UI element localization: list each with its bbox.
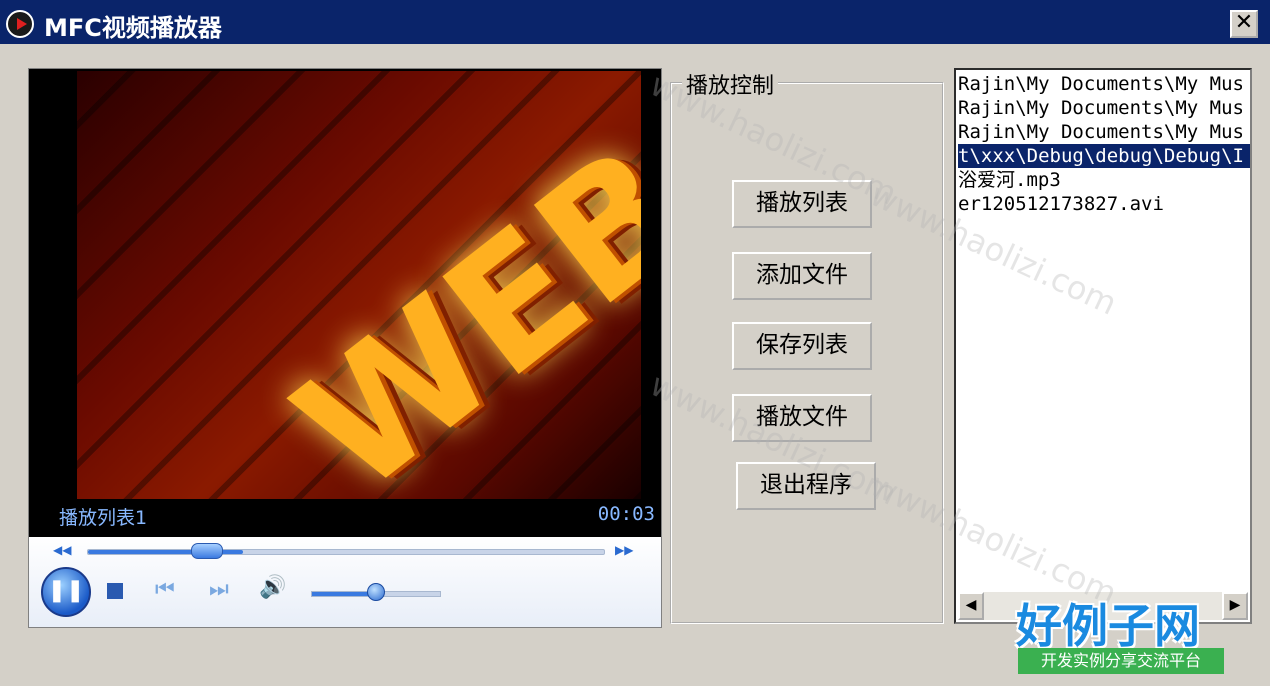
list-item[interactable]: Rajin\My Documents\My Mus [958,72,1250,96]
group-label: 播放控制 [682,68,779,100]
watermark-tagline: 开发实例分享交流平台 [1018,648,1224,674]
title-bar: MFC视频播放器 ✕ [0,0,1270,44]
seek-forward-icon[interactable]: ▶▶ [615,543,633,557]
volume-icon[interactable]: 🔊 [259,575,286,600]
app-icon[interactable] [6,10,34,38]
save-list-button[interactable]: 保存列表 [732,322,872,370]
exit-button[interactable]: 退出程序 [736,462,876,510]
volume-thumb[interactable] [367,583,385,601]
list-item[interactable]: er120512173827.avi [958,192,1250,216]
list-item[interactable]: 浴爱河.mp3 [958,168,1250,192]
close-button[interactable]: ✕ [1230,10,1258,38]
player-controls: ◀◀ ▶▶ ❚❚ ⏮ ⏭ 🔊 [29,537,661,627]
watermark-logo: 好例子网 [1016,599,1200,653]
media-time: 00:03 [597,503,655,525]
add-file-button[interactable]: 添加文件 [732,252,872,300]
scroll-right-button[interactable]: ▶ [1222,592,1248,620]
next-icon[interactable]: ⏭ [209,577,229,602]
list-item[interactable]: Rajin\My Documents\My Mus [958,96,1250,120]
pause-button[interactable]: ❚❚ [41,567,91,617]
media-title: 播放列表1 [59,507,148,529]
playlist-listbox[interactable]: Rajin\My Documents\My Mus Rajin\My Docume… [954,68,1252,624]
list-item[interactable]: t\xxx\Debug\debug\Debug\I [958,144,1250,168]
list-item[interactable]: Rajin\My Documents\My Mus [958,120,1250,144]
media-player: WEB 播放列表1 00:03 ◀◀ ▶▶ ❚❚ ⏮ ⏭ 🔊 [28,68,662,628]
window-title: MFC视频播放器 [44,14,222,42]
scroll-left-button[interactable]: ◀ [958,592,984,620]
playlist-items: Rajin\My Documents\My Mus Rajin\My Docume… [958,72,1250,592]
seek-thumb[interactable] [191,543,223,559]
play-file-button[interactable]: 播放文件 [732,394,872,442]
stop-button[interactable] [107,583,123,599]
seek-back-icon[interactable]: ◀◀ [53,543,71,557]
playlist-button[interactable]: 播放列表 [732,180,872,228]
seek-bar[interactable] [87,549,605,555]
previous-icon[interactable]: ⏮ [155,577,175,602]
video-frame[interactable]: WEB [77,71,641,499]
